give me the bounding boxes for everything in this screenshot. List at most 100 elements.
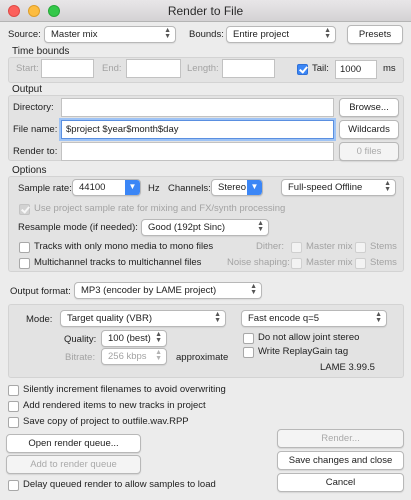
- quality-label: Quality:: [64, 334, 97, 345]
- channels-value: Stereo: [218, 182, 246, 193]
- end-input[interactable]: [126, 59, 181, 78]
- bitrate-value: 256 kbps: [108, 351, 147, 362]
- updown-arrow-icon: ▲ ▼: [164, 27, 171, 40]
- bounds-value: Entire project: [233, 29, 289, 40]
- end-label: End:: [102, 63, 122, 74]
- tail-label: Tail:: [312, 63, 329, 74]
- joint-stereo-label: Do not allow joint stereo: [258, 332, 360, 343]
- add-items-checkbox[interactable]: [8, 401, 19, 412]
- source-value: Master mix: [51, 29, 98, 40]
- quality-select[interactable]: 100 (best) ▲ ▼: [101, 330, 167, 347]
- dither-label: Dither:: [256, 241, 284, 252]
- render-speed-select[interactable]: Full-speed Offline ▲ ▼: [281, 179, 396, 196]
- bitrate-select[interactable]: 256 kbps ▲ ▼: [101, 348, 167, 365]
- output-format-value: MP3 (encoder by LAME project): [81, 285, 217, 296]
- multichannel-checkbox[interactable]: [19, 258, 30, 269]
- encode-speed-select[interactable]: Fast encode q=5 ▲ ▼: [241, 310, 387, 327]
- chevron-down-icon: ▼: [247, 180, 262, 195]
- noise-stems-checkbox[interactable]: [355, 258, 366, 269]
- updown-arrow-icon: ▲ ▼: [324, 27, 331, 40]
- resample-label: Resample mode (if needed):: [18, 222, 138, 233]
- updown-arrow-icon: ▲ ▼: [155, 349, 162, 362]
- resample-value: Good (192pt Sinc): [148, 222, 226, 233]
- render-button[interactable]: Render...: [277, 429, 404, 448]
- sample-rate-unit: Hz: [148, 183, 160, 194]
- source-label: Source:: [8, 29, 41, 40]
- channels-label: Channels:: [168, 183, 211, 194]
- bounds-label: Bounds:: [189, 29, 224, 40]
- silently-increment-label: Silently increment filenames to avoid ov…: [23, 384, 226, 395]
- directory-label: Directory:: [13, 102, 54, 113]
- render-to-input[interactable]: [61, 142, 334, 161]
- noise-shaping-label: Noise shaping:: [227, 257, 290, 268]
- dither-master-checkbox[interactable]: [291, 242, 302, 253]
- render-speed-value: Full-speed Offline: [288, 182, 363, 193]
- channels-select[interactable]: Stereo ▼: [211, 179, 263, 196]
- dither-stems-label: Stems: [370, 241, 397, 252]
- tail-input[interactable]: 1000: [335, 60, 377, 79]
- mode-label: Mode:: [26, 314, 53, 325]
- updown-arrow-icon: ▲ ▼: [250, 283, 257, 296]
- save-and-close-button[interactable]: Save changes and close: [277, 451, 404, 470]
- open-render-queue-button[interactable]: Open render queue...: [6, 434, 141, 453]
- start-label: Start:: [16, 63, 39, 74]
- quality-value: 100 (best): [108, 333, 151, 344]
- bitrate-label: Bitrate:: [65, 352, 96, 363]
- title-bar: Render to File: [0, 0, 411, 22]
- replaygain-label: Write ReplayGain tag: [258, 346, 349, 357]
- output-format-label: Output format:: [10, 286, 71, 297]
- add-items-label: Add rendered items to new tracks in proj…: [23, 400, 206, 411]
- silently-increment-checkbox[interactable]: [8, 385, 19, 396]
- output-format-select[interactable]: MP3 (encoder by LAME project) ▲ ▼: [74, 282, 262, 299]
- delay-queued-render-label: Delay queued render to allow samples to …: [23, 479, 216, 490]
- updown-arrow-icon: ▲ ▼: [214, 311, 221, 324]
- chevron-down-icon: ▼: [125, 180, 140, 195]
- noise-master-label: Master mix: [306, 257, 353, 268]
- sample-rate-select[interactable]: 44100 ▼: [72, 179, 141, 196]
- dither-stems-checkbox[interactable]: [355, 242, 366, 253]
- resample-select[interactable]: Good (192pt Sinc) ▲ ▼: [141, 219, 269, 236]
- mode-value: Target quality (VBR): [67, 313, 153, 324]
- noise-stems-label: Stems: [370, 257, 397, 268]
- lame-version: LAME 3.99.5: [320, 362, 375, 373]
- mode-select[interactable]: Target quality (VBR) ▲ ▼: [60, 310, 226, 327]
- dither-master-label: Master mix: [306, 241, 353, 252]
- add-to-render-queue-button[interactable]: Add to render queue: [6, 455, 141, 474]
- multichannel-label: Multichannel tracks to multichannel file…: [34, 257, 202, 268]
- mono-media-label: Tracks with only mono media to mono file…: [34, 241, 214, 252]
- window-title: Render to File: [167, 4, 244, 18]
- browse-button[interactable]: Browse...: [339, 98, 399, 117]
- filename-input[interactable]: $project $year$month$day: [61, 120, 334, 139]
- updown-arrow-icon: ▲ ▼: [155, 331, 162, 344]
- encode-speed-value: Fast encode q=5: [248, 313, 320, 324]
- sample-rate-value: 44100: [79, 182, 106, 193]
- approximate-label: approximate: [176, 352, 229, 363]
- length-input[interactable]: [222, 59, 275, 78]
- render-to-label: Render to:: [13, 146, 58, 157]
- save-copy-label: Save copy of project to outfile.wav.RPP: [23, 416, 189, 427]
- tail-unit: ms: [383, 63, 396, 74]
- mono-media-checkbox[interactable]: [19, 242, 30, 253]
- delay-queued-render-checkbox[interactable]: [8, 480, 19, 491]
- filename-label: File name:: [13, 124, 58, 135]
- cancel-button[interactable]: Cancel: [277, 473, 404, 492]
- use-project-rate-label: Use project sample rate for mixing and F…: [34, 203, 286, 214]
- wildcards-button[interactable]: Wildcards: [339, 120, 399, 139]
- bounds-select[interactable]: Entire project ▲ ▼: [226, 26, 336, 43]
- length-label: Length:: [187, 63, 219, 74]
- source-select[interactable]: Master mix ▲ ▼: [44, 26, 176, 43]
- start-input[interactable]: [41, 59, 94, 78]
- updown-arrow-icon: ▲ ▼: [257, 220, 264, 233]
- sample-rate-label: Sample rate:: [18, 183, 72, 194]
- use-project-rate-checkbox: [19, 204, 30, 215]
- tail-checkbox[interactable]: [297, 64, 308, 75]
- directory-input[interactable]: [61, 98, 334, 117]
- joint-stereo-checkbox[interactable]: [243, 333, 254, 344]
- updown-arrow-icon: ▲ ▼: [384, 180, 391, 193]
- save-copy-checkbox[interactable]: [8, 417, 19, 428]
- presets-button[interactable]: Presets: [347, 25, 403, 44]
- updown-arrow-icon: ▲ ▼: [375, 311, 382, 324]
- replaygain-checkbox[interactable]: [243, 347, 254, 358]
- noise-master-checkbox[interactable]: [291, 258, 302, 269]
- files-count-button: 0 files: [339, 142, 399, 161]
